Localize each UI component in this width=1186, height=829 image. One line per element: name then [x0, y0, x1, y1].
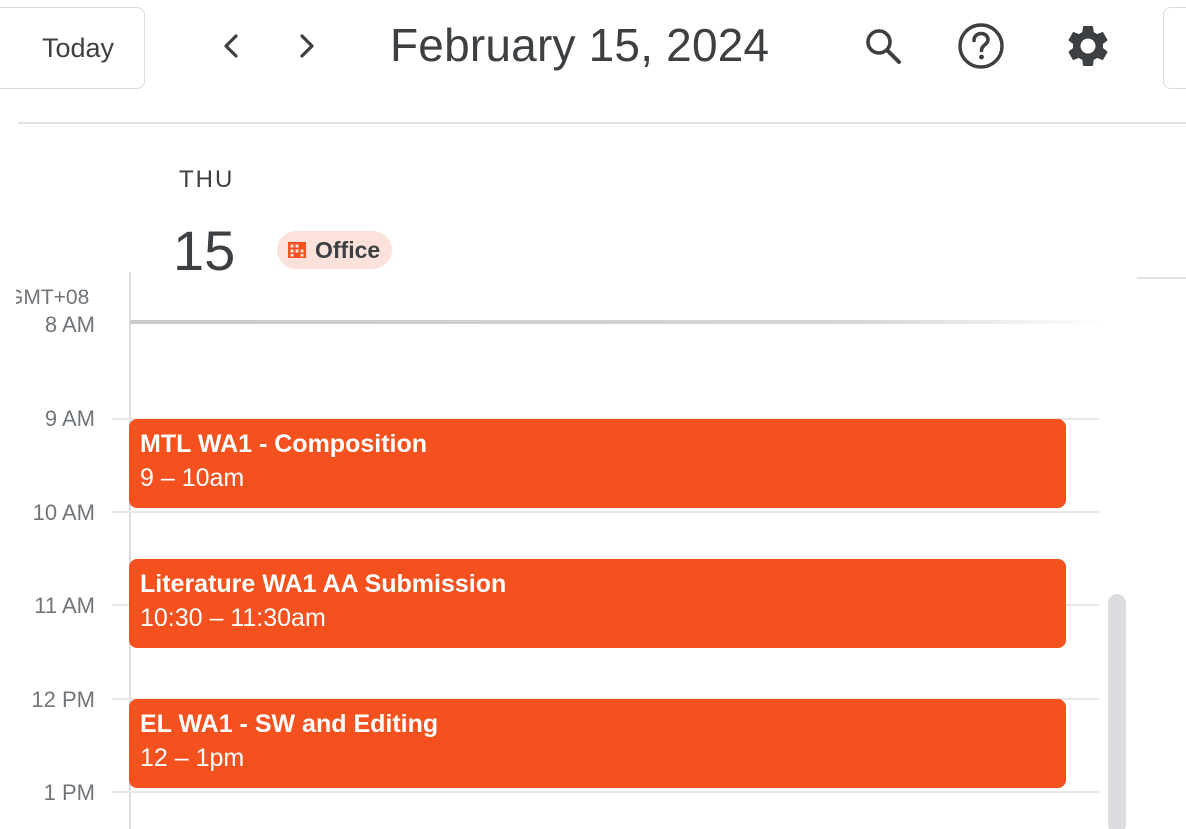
day-of-week-label: THU — [179, 166, 235, 193]
working-location-chip[interactable]: Office — [277, 231, 393, 269]
hour-label-8am: 8 AM — [44, 312, 95, 337]
day-number-button[interactable]: 15 — [173, 218, 235, 283]
hour-label-11am: 11 AM — [34, 593, 95, 618]
hour-gridline — [112, 511, 1099, 513]
all-day-section-shadow — [130, 320, 1106, 324]
help-button[interactable] — [955, 22, 1007, 74]
gear-icon — [1063, 21, 1113, 76]
hour-label-1pm: 1 PM — [43, 780, 95, 805]
next-day-button[interactable] — [283, 24, 331, 72]
header-divider — [18, 122, 1186, 124]
calendar-day-view: Today February 15, 2024 THU 15 Office MT… — [0, 0, 1186, 829]
scrollbar-thumb[interactable] — [1108, 594, 1126, 829]
working-location-label: Office — [315, 236, 381, 263]
hour-label-10am: 10 AM — [32, 500, 95, 525]
event-title: Literature WA1 AA Submission — [140, 570, 507, 598]
today-button-label: Today — [41, 32, 114, 63]
timezone-label: GMT+08 — [16, 286, 90, 309]
event-title: MTL WA1 - Composition — [140, 430, 428, 458]
hour-label-12pm: 12 PM — [31, 687, 95, 712]
current-date-title: February 15, 2024 — [390, 19, 770, 71]
view-switcher-button[interactable] — [1163, 7, 1186, 89]
event-time: 10:30 – 11:30am — [140, 604, 326, 632]
event-time: 9 – 10am — [140, 464, 245, 492]
calendar-event[interactable]: Literature WA1 AA Submission 10:30 – 11:… — [129, 559, 1066, 648]
event-title: EL WA1 - SW and Editing — [140, 710, 439, 738]
settings-button[interactable] — [1062, 22, 1114, 74]
header-right-divider — [1137, 277, 1186, 279]
building-icon — [287, 240, 307, 260]
hour-label-9am: 9 AM — [44, 406, 95, 431]
event-time: 12 – 1pm — [140, 744, 245, 772]
calendar-event[interactable]: EL WA1 - SW and Editing 12 – 1pm — [129, 699, 1066, 788]
chevron-right-icon — [295, 31, 319, 66]
previous-day-button[interactable] — [207, 24, 255, 72]
chevron-left-icon — [219, 31, 243, 66]
search-button[interactable] — [857, 22, 909, 74]
hour-gridline — [112, 791, 1099, 793]
help-icon — [956, 21, 1006, 76]
search-icon — [861, 24, 905, 73]
today-button[interactable]: Today — [0, 7, 145, 89]
calendar-event[interactable]: MTL WA1 - Composition 9 – 10am — [129, 419, 1066, 508]
